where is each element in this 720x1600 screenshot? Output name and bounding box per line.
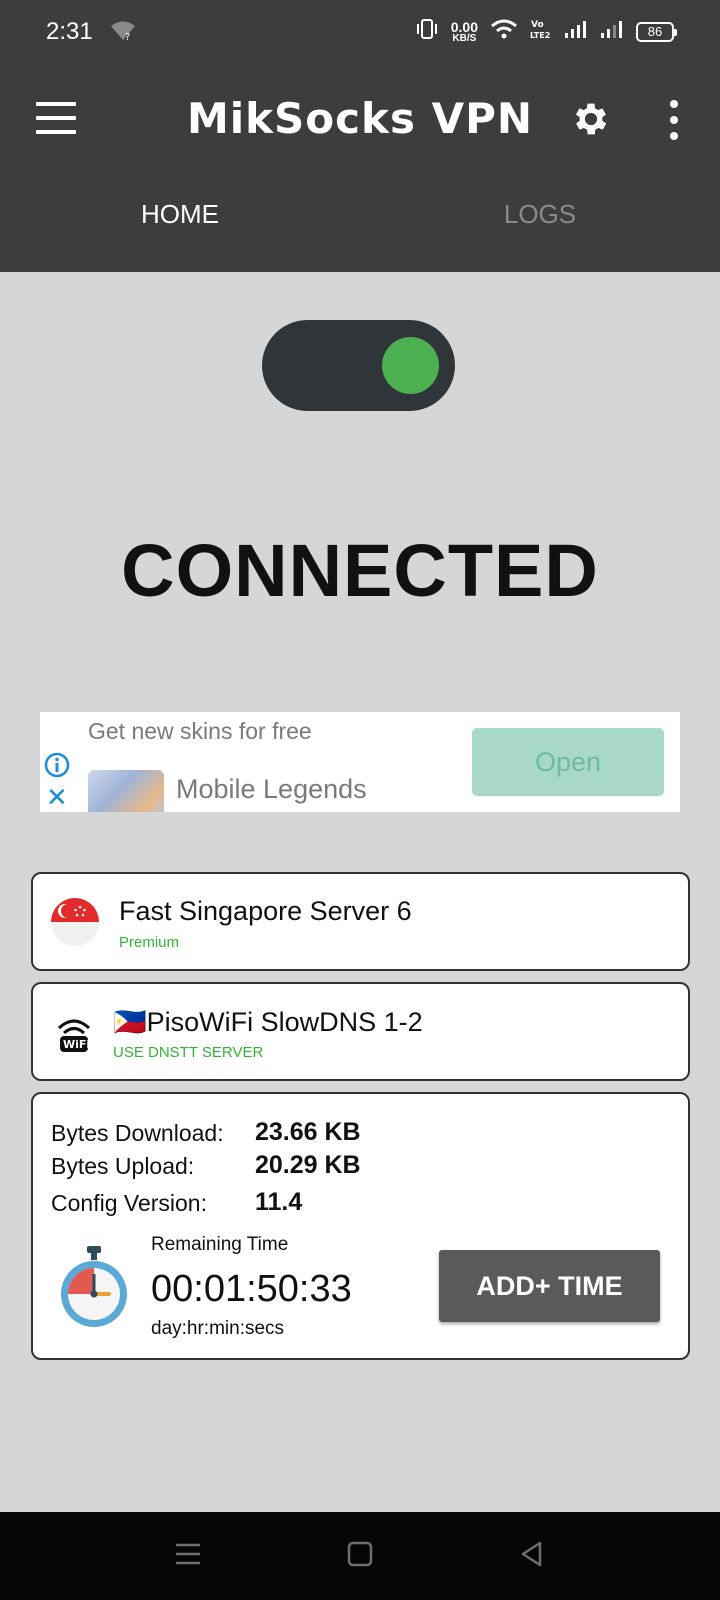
philippines-flag-icon: 🇵🇭 (113, 1007, 147, 1037)
toggle-knob (382, 337, 439, 394)
more-options-icon[interactable] (664, 100, 684, 140)
singapore-flag-icon (51, 898, 99, 946)
download-label: Bytes Download: (51, 1120, 224, 1146)
gear-icon[interactable] (570, 98, 612, 145)
upload-label: Bytes Upload: (51, 1153, 195, 1179)
svg-text:Vo: Vo (531, 20, 544, 30)
dns-selector[interactable]: WiFi 🇵🇭PisoWiFi SlowDNS 1-2 USE DNSTT SE… (31, 982, 690, 1081)
net-speed-value: 0.00 (450, 18, 478, 35)
dns-name: 🇵🇭PisoWiFi SlowDNS 1-2 (113, 1006, 423, 1038)
ad-open-button[interactable]: Open (472, 728, 664, 796)
volte-icon: Vo LTE2 (530, 18, 552, 45)
svg-text:LTE2: LTE2 (530, 31, 550, 40)
signal-icon-sim1 (564, 19, 588, 44)
ad-banner[interactable]: Get new skins for free ✕ Mobile Legends … (40, 712, 680, 812)
ad-app-name: Mobile Legends (176, 774, 367, 804)
dns-mode: USE DNSTT SERVER (113, 1044, 264, 1061)
status-time: 2:31 (46, 18, 93, 45)
vibrate-icon (415, 18, 439, 45)
net-speed: 0.00 KB/S (451, 20, 478, 44)
ad-app-thumbnail (88, 770, 164, 812)
download-value: 23.66 KB (255, 1118, 361, 1146)
remaining-time-unit: day:hr:min:secs (151, 1318, 285, 1339)
server-name: Fast Singapore Server 6 (119, 896, 412, 926)
tab-logs[interactable]: LOGS (360, 172, 720, 272)
dns-name-text: PisoWiFi SlowDNS 1-2 (146, 1007, 423, 1037)
svg-text:WiFi: WiFi (63, 1038, 90, 1051)
wifi-logo-icon: WiFi (51, 1010, 97, 1061)
battery-icon: 86 (636, 21, 677, 42)
status-icons: 0.00 KB/S Vo LTE2 86 (415, 18, 677, 45)
remaining-time-label: Remaining Time (151, 1234, 289, 1255)
ad-close-icon[interactable]: ✕ (46, 784, 68, 810)
app-title: MikSocks VPN (186, 94, 534, 143)
config-value: 11.4 (255, 1188, 303, 1216)
ad-info-icon[interactable] (44, 752, 70, 783)
server-selector[interactable]: Fast Singapore Server 6 Premium (31, 872, 690, 971)
tab-bar: HOME LOGS (0, 172, 720, 272)
remaining-time-value: 00:01:50:33 (151, 1268, 352, 1310)
recents-icon[interactable] (174, 1540, 202, 1573)
status-bar: 2:31 ? 0.00 KB/S Vo LTE2 86 (0, 0, 720, 64)
stopwatch-icon (59, 1246, 129, 1333)
vpn-toggle-switch[interactable] (262, 320, 455, 411)
connection-status: CONNECTED (121, 529, 599, 612)
svg-text:?: ? (125, 32, 130, 42)
server-tier: Premium (119, 934, 180, 951)
wifi-icon (490, 19, 518, 44)
config-label: Config Version: (51, 1190, 207, 1216)
wifi-no-internet-icon: ? (110, 20, 136, 47)
stats-panel: Bytes Download: 23.66 KB Bytes Upload: 2… (31, 1092, 690, 1360)
back-icon[interactable] (518, 1540, 546, 1573)
upload-value: 20.29 KB (255, 1151, 361, 1179)
add-time-button[interactable]: ADD+ TIME (439, 1250, 660, 1322)
system-nav-bar (0, 1512, 720, 1600)
ad-headline: Get new skins for free (88, 718, 312, 744)
net-speed-unit: KB/S (452, 32, 477, 44)
tab-home[interactable]: HOME (0, 172, 360, 272)
home-icon[interactable] (346, 1540, 374, 1573)
signal-icon-sim2 (600, 19, 624, 44)
app-bar: MikSocks VPN (0, 64, 720, 172)
